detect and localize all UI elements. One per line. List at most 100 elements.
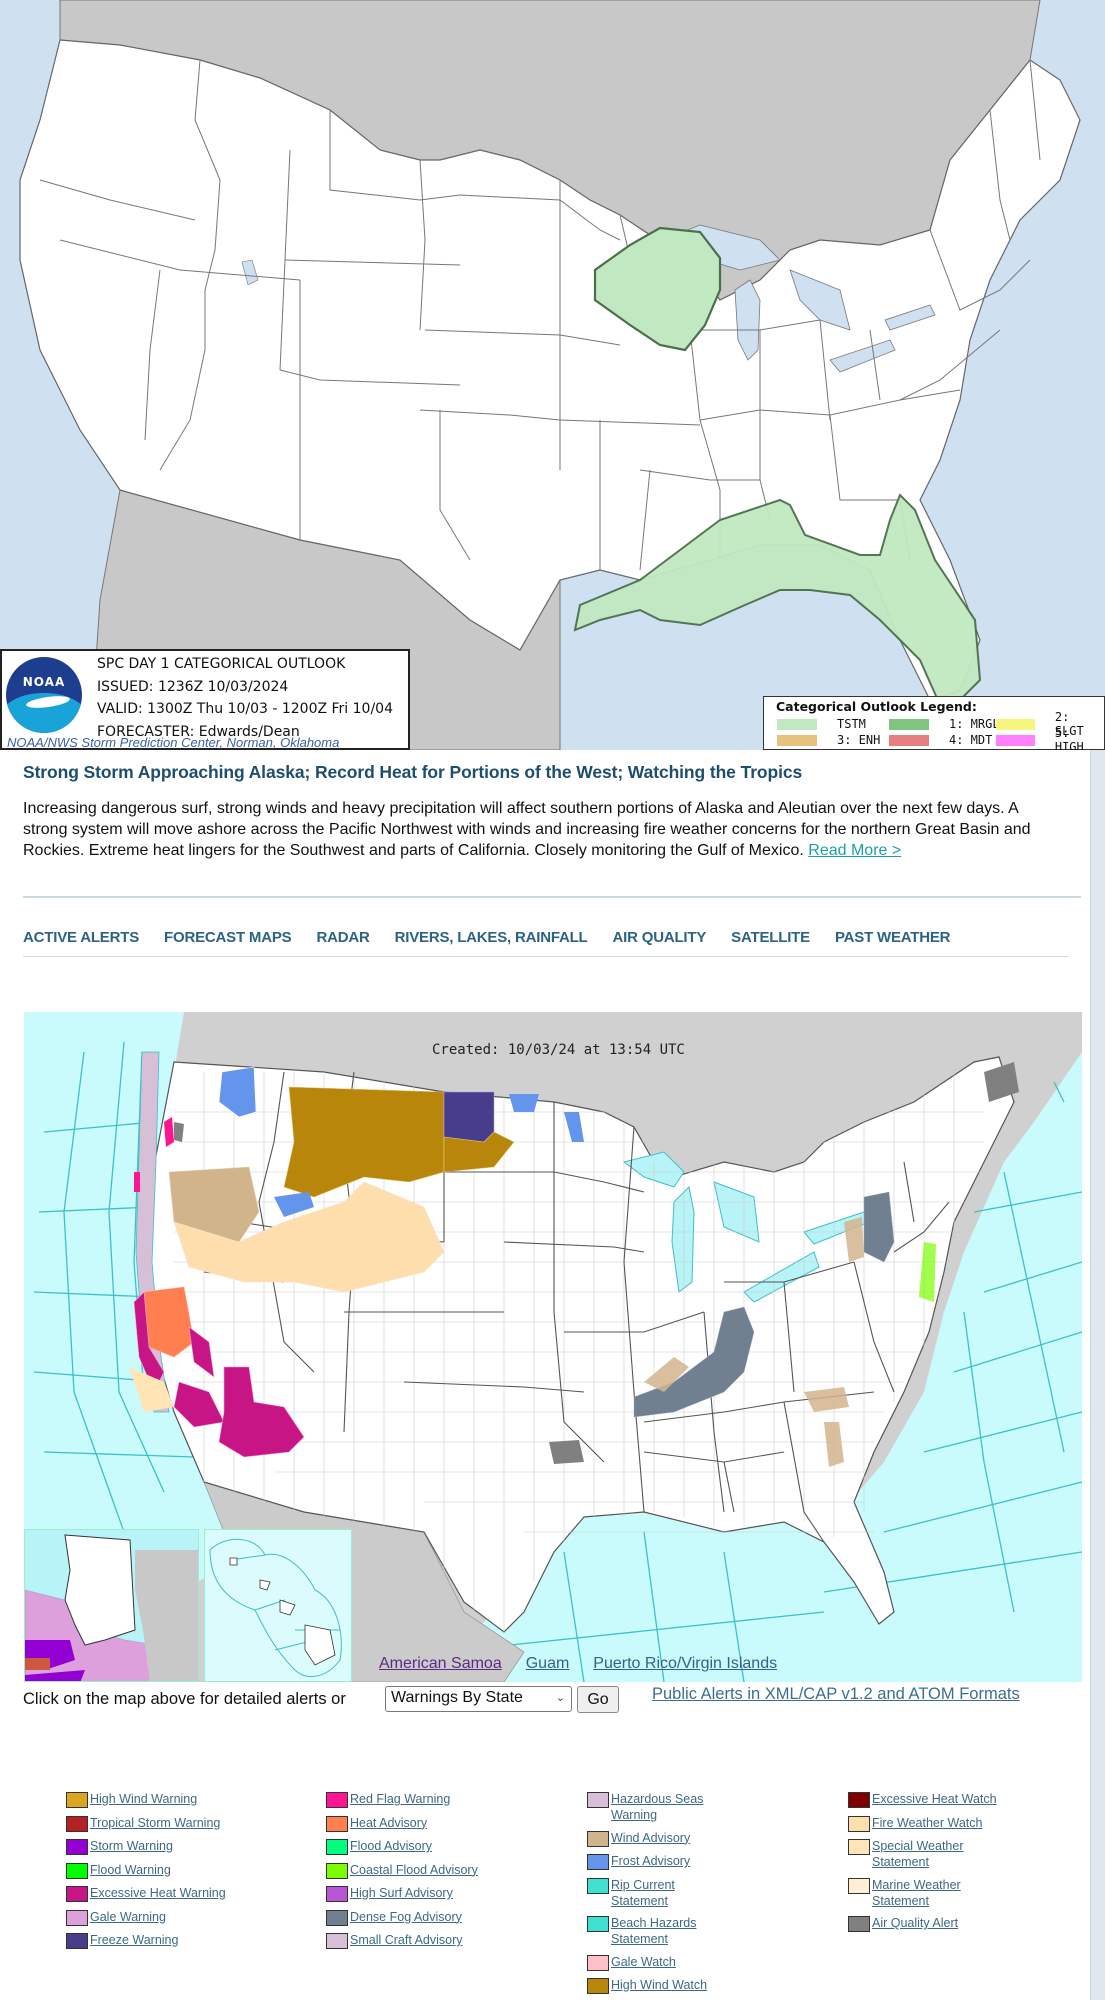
link-puerto-rico-virgin-islands[interactable]: Puerto Rico/Virgin Islands <box>593 1655 777 1673</box>
alert-legend-column: Red Flag Warning Heat Advisory Flood Advis… <box>326 1791 576 1956</box>
alaska-inset-map[interactable] <box>24 1529 199 1682</box>
alert-legend-item: Air Quality Alert <box>848 1915 1098 1932</box>
tab-forecast-maps[interactable]: FORECAST MAPS <box>164 929 292 946</box>
alert-type-link[interactable]: Heat Advisory <box>350 1815 427 1831</box>
go-button[interactable]: Go <box>577 1686 619 1713</box>
tab-active-alerts[interactable]: ACTIVE ALERTS <box>23 929 139 946</box>
territory-links: American Samoa Guam Puerto Rico/Virgin I… <box>379 1655 777 1673</box>
spc-info-box: NOAA SPC DAY 1 CATEGORICAL OUTLOOK ISSUE… <box>0 649 410 750</box>
alert-legend-column: High Wind Warning Tropical Storm Warning S… <box>66 1791 316 1956</box>
spc-legend-swatch <box>777 734 817 746</box>
alert-color-swatch <box>587 1830 609 1847</box>
alert-color-swatch <box>587 1978 609 1994</box>
alert-type-link[interactable]: Frost Advisory <box>611 1853 690 1869</box>
alert-legend-item: Gale Warning <box>66 1909 316 1926</box>
alert-legend-column: Excessive Heat Watch Fire Weather Watch Sp… <box>848 1791 1098 1939</box>
alert-legend-item: Special Weather Statement <box>848 1838 1098 1870</box>
tab-rivers-lakes-rainfall[interactable]: RIVERS, LAKES, RAINFALL <box>395 929 588 946</box>
hawaii-inset-map[interactable] <box>204 1529 352 1682</box>
alert-type-link[interactable]: Flood Warning <box>90 1862 171 1878</box>
alert-color-swatch <box>326 1815 348 1832</box>
alert-type-link[interactable]: Gale Watch <box>611 1954 676 1970</box>
alert-color-swatch <box>848 1916 870 1932</box>
alert-legend-item: Flood Advisory <box>326 1838 576 1855</box>
hawaii-maui <box>279 1599 296 1616</box>
alert-legend-item: Tropical Storm Warning <box>66 1815 316 1832</box>
alert-type-link[interactable]: Special Weather Statement <box>872 1838 992 1870</box>
alert-legend-item: Excessive Heat Watch <box>848 1791 1098 1808</box>
alert-color-swatch <box>66 1815 88 1832</box>
alert-type-link[interactable]: High Wind Warning <box>90 1791 197 1807</box>
alert-type-link[interactable]: Coastal Flood Advisory <box>350 1862 478 1878</box>
alert-legend-column: Hazardous Seas Warning Wind Advisory Frost… <box>587 1791 837 2000</box>
read-more-link[interactable]: Read More > <box>808 842 901 859</box>
alert-type-link[interactable]: Fire Weather Watch <box>872 1815 982 1831</box>
alert-type-link[interactable]: Rip Current Statement <box>611 1877 731 1909</box>
alert-legend-item: High Wind Warning <box>66 1791 316 1808</box>
alert-type-link[interactable]: Freeze Warning <box>90 1932 178 1948</box>
alert-freeze-warning-nd <box>443 1091 495 1143</box>
hawaii-kauai <box>229 1557 238 1566</box>
alert-color-swatch <box>66 1933 88 1949</box>
alert-legend-item: Frost Advisory <box>587 1853 837 1870</box>
spc-legend-swatch <box>889 718 929 730</box>
alert-color-swatch <box>848 1792 870 1808</box>
tab-air-quality[interactable]: AIR QUALITY <box>613 929 707 946</box>
alert-color-swatch <box>587 1792 609 1808</box>
alert-type-link[interactable]: Small Craft Advisory <box>350 1932 463 1948</box>
alert-type-link[interactable]: Tropical Storm Warning <box>90 1815 220 1831</box>
alert-type-link[interactable]: Storm Warning <box>90 1838 173 1854</box>
divider <box>23 956 1068 957</box>
tab-past-weather[interactable]: PAST WEATHER <box>835 929 951 946</box>
alert-type-link[interactable]: Wind Advisory <box>611 1830 690 1846</box>
alert-legend-item: Gale Watch <box>587 1954 837 1971</box>
link-american-samoa[interactable]: American Samoa <box>379 1655 502 1673</box>
active-alerts-map[interactable]: Created: 10/03/24 at 13:54 UTC American … <box>24 1012 1082 1682</box>
spc-legend-item: 5: HIGH <box>996 726 1104 750</box>
alert-type-link[interactable]: High Surf Advisory <box>350 1885 453 1901</box>
spc-map-graphic <box>19 0 1081 750</box>
alert-legend-item: Excessive Heat Warning <box>66 1885 316 1902</box>
alert-legend-item: Dense Fog Advisory <box>326 1909 576 1926</box>
tab-radar[interactable]: RADAR <box>316 929 369 946</box>
alert-color-swatch <box>326 1886 348 1902</box>
alert-type-link[interactable]: Red Flag Warning <box>350 1791 450 1807</box>
alert-color-swatch <box>848 1815 870 1832</box>
spc-legend-swatch <box>889 734 929 746</box>
spc-legend-swatch <box>996 718 1035 730</box>
alert-type-link[interactable]: Marine Weather Statement <box>872 1877 992 1909</box>
alert-color-swatch <box>66 1886 88 1902</box>
hawaii-graphic <box>209 1538 342 1678</box>
map-instruction-text: Click on the map above for detailed aler… <box>23 1690 346 1708</box>
alert-legend-item: High Wind Watch <box>587 1977 837 1994</box>
alert-type-link[interactable]: Excessive Heat Watch <box>872 1791 997 1807</box>
alert-type-link[interactable]: Gale Warning <box>90 1909 166 1925</box>
spc-title: SPC DAY 1 CATEGORICAL OUTLOOK <box>97 656 346 672</box>
alert-legend-item: Wind Advisory <box>587 1830 837 1847</box>
alert-type-link[interactable]: Hazardous Seas Warning <box>611 1791 731 1823</box>
alert-type-link[interactable]: High Wind Watch <box>611 1977 707 1993</box>
alert-color-swatch <box>326 1839 348 1855</box>
alert-color-swatch <box>326 1933 348 1949</box>
alaska-graphic <box>25 1530 198 1681</box>
alert-type-link[interactable]: Beach Hazards Statement <box>611 1915 731 1947</box>
alert-type-link[interactable]: Dense Fog Advisory <box>350 1909 462 1925</box>
spc-outlook-map[interactable]: NOAA SPC DAY 1 CATEGORICAL OUTLOOK ISSUE… <box>0 0 1105 750</box>
tab-satellite[interactable]: SATELLITE <box>731 929 810 946</box>
hawaii-oahu <box>259 1579 271 1591</box>
alert-legend-item: Beach Hazards Statement <box>587 1915 837 1947</box>
alert-color-swatch <box>326 1862 348 1879</box>
alert-legend-item: Heat Advisory <box>326 1815 576 1832</box>
alert-legend-item: Small Craft Advisory <box>326 1932 576 1949</box>
alert-type-link[interactable]: Air Quality Alert <box>872 1915 958 1931</box>
warnings-by-state-select[interactable]: Warnings By State ⌄ <box>385 1686 572 1712</box>
alert-type-link[interactable]: Flood Advisory <box>350 1838 432 1854</box>
alert-color-swatch <box>587 1916 609 1932</box>
spc-legend-item: TSTM <box>777 716 866 732</box>
alert-type-link[interactable]: Excessive Heat Warning <box>90 1885 226 1901</box>
divider <box>23 896 1081 898</box>
alert-legend-item: High Surf Advisory <box>326 1885 576 1902</box>
link-guam[interactable]: Guam <box>526 1655 570 1673</box>
spc-issued: ISSUED: 1236Z 10/03/2024 <box>97 678 289 695</box>
public-alerts-cap-link[interactable]: Public Alerts in XML/CAP v1.2 and ATOM F… <box>652 1685 1020 1704</box>
